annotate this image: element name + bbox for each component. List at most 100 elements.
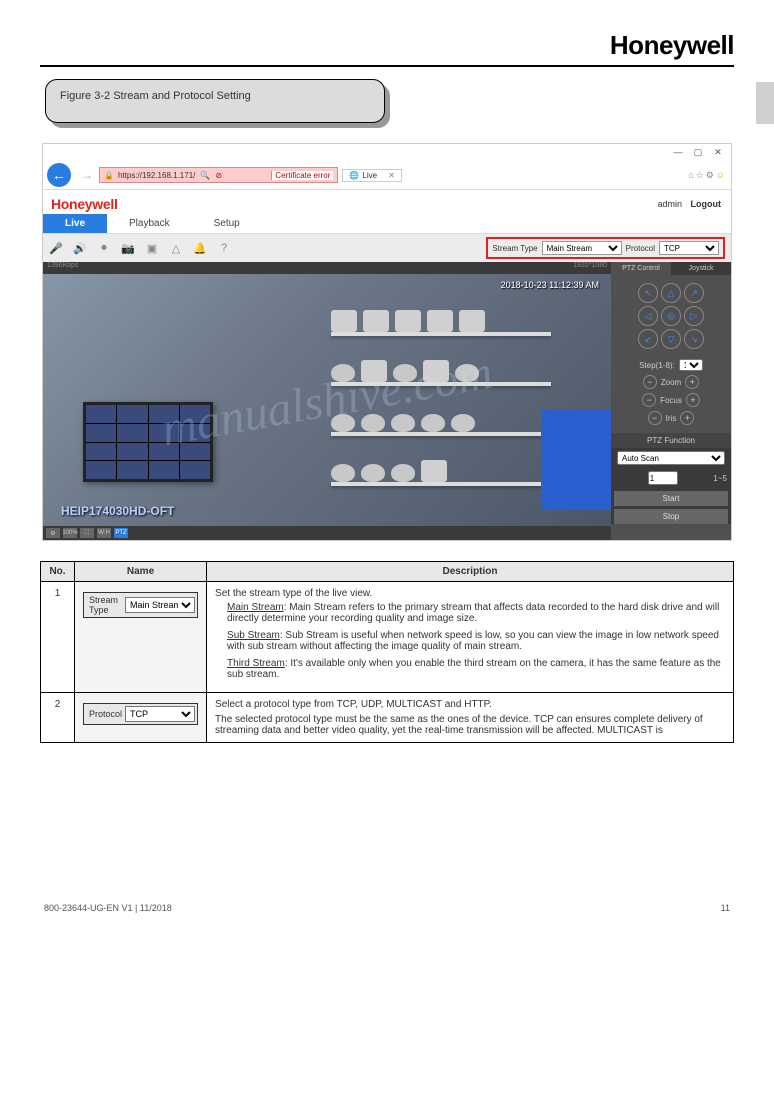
table-row: 1 Stream Type Main Stream Set the stream… — [41, 582, 734, 693]
focus-label: Focus — [660, 396, 682, 405]
desc-intro: Set the stream type of the live view. — [215, 588, 725, 599]
ptz-down-left[interactable]: ↙ — [638, 329, 658, 349]
vb-adjust-icon[interactable]: ⚙ — [46, 528, 60, 538]
brand-logo: Honeywell — [40, 30, 734, 67]
ptz-func-title: PTZ Function — [611, 433, 731, 448]
focus-out[interactable]: − — [642, 393, 656, 407]
zoom-label: Zoom — [661, 378, 681, 387]
protocol-control: Protocol TCP — [83, 703, 198, 725]
row-desc-cell: Set the stream type of the live view. Ma… — [207, 582, 734, 693]
ptz-panel: PTZ Control Joystick ↖ △ ↗ ◁ ◎ ▷ ↙ ▽ ↘ — [611, 262, 731, 540]
zoom-in[interactable]: + — [685, 375, 699, 389]
figure-caption-box: Figure 3-2 Stream and Protocol Setting — [45, 79, 385, 123]
record-icon[interactable]: ⏺ — [97, 241, 111, 255]
emoji-icon[interactable]: ☺ — [716, 170, 725, 181]
iris-close[interactable]: − — [648, 411, 662, 425]
speaker-icon[interactable]: 🔊 — [73, 241, 87, 255]
ptz-func-num[interactable] — [648, 471, 678, 485]
url-text: https://192.168.1.171/ — [118, 171, 195, 180]
focus-in[interactable]: + — [686, 393, 700, 407]
description-table: No. Name Description 1 Stream Type Main … — [40, 561, 734, 743]
triple-snap-icon[interactable]: ▣ — [145, 241, 159, 255]
protocol-select[interactable]: TCP — [659, 241, 719, 255]
iris-label: Iris — [666, 414, 677, 423]
window-close[interactable]: ✕ — [713, 147, 723, 158]
ptz-dpad: ↖ △ ↗ ◁ ◎ ▷ ↙ ▽ ↘ — [611, 275, 731, 357]
browser-back-button[interactable]: ← — [47, 163, 71, 187]
desc-extra: The selected protocol type must be the s… — [215, 714, 725, 736]
username: admin — [657, 199, 682, 209]
footer-left: 800-23644-UG-EN V1 | 11/2018 — [44, 903, 172, 913]
nav-live[interactable]: Live — [43, 214, 107, 233]
browser-url-bar[interactable]: 🔒 https://192.168.1.171/ 🔍 ⊘ Certificate… — [99, 167, 338, 183]
window-maximize[interactable]: ▢ — [693, 147, 703, 158]
user-info: admin Logout — [657, 199, 721, 209]
home-icon[interactable]: ⌂ — [688, 170, 693, 181]
tools-icon[interactable]: ⚙ — [706, 170, 714, 181]
help-icon[interactable]: ? — [217, 241, 231, 255]
cert-error-label[interactable]: Certificate error — [271, 171, 333, 180]
tab-favicon: 🌐 — [349, 171, 359, 180]
window-titlebar: — ▢ ✕ — [43, 144, 731, 161]
main-nav: Live Playback Setup — [43, 214, 731, 234]
app-logo: Honeywell — [51, 196, 118, 212]
zoom-out[interactable]: − — [643, 375, 657, 389]
ptz-up-right[interactable]: ↗ — [684, 283, 704, 303]
desc-intro: Select a protocol type from TCP, UDP, MU… — [215, 699, 725, 710]
tab-close-icon[interactable]: ✕ — [388, 171, 395, 180]
figure-caption: Figure 3-2 Stream and Protocol Setting — [45, 79, 385, 123]
iris-open[interactable]: + — [680, 411, 694, 425]
ptz-func-select[interactable]: Auto Scan — [617, 451, 725, 465]
alarm-icon[interactable]: △ — [169, 241, 183, 255]
window-minimize[interactable]: — — [673, 147, 683, 158]
stream-protocol-box: Stream Type Main Stream Protocol TCP — [486, 237, 725, 259]
mic-icon[interactable]: 🎤 — [49, 241, 63, 255]
nav-playback[interactable]: Playback — [107, 214, 192, 233]
app-screenshot: — ▢ ✕ ← → 🔒 https://192.168.1.171/ 🔍 ⊘ C… — [42, 143, 732, 541]
ptz-center[interactable]: ◎ — [661, 306, 681, 326]
ptz-up-left[interactable]: ↖ — [638, 283, 658, 303]
protocol-label: Protocol — [626, 244, 655, 253]
th-desc: Description — [207, 562, 734, 582]
ptz-step-select[interactable]: 1 — [679, 359, 703, 371]
ctrl-select[interactable]: Main Stream — [125, 597, 195, 613]
opt-name: Third Stream — [227, 658, 285, 669]
ctrl-select[interactable]: TCP — [125, 706, 195, 722]
th-no: No. — [41, 562, 75, 582]
snapshot-icon[interactable]: 📷 — [121, 241, 135, 255]
opt-name: Main Stream — [227, 602, 284, 613]
browser-tab[interactable]: 🌐 Live ✕ — [342, 169, 401, 182]
ptz-down[interactable]: ▽ — [661, 329, 681, 349]
lock-icon: 🔒 — [104, 171, 114, 180]
vb-fullscreen-icon[interactable]: ⛶ — [80, 528, 94, 538]
bitrate-label: 1396Kbps — [47, 262, 79, 274]
vb-ptz-icon[interactable]: PTZ — [114, 528, 128, 538]
logout-link[interactable]: Logout — [691, 199, 722, 209]
ptz-left[interactable]: ◁ — [638, 306, 658, 326]
vb-wh-icon[interactable]: W:H — [97, 528, 111, 538]
video-viewport[interactable]: 1396Kbps 1920*1080 2018-10-23 11:12:39 A… — [43, 262, 611, 540]
nav-setup[interactable]: Setup — [192, 214, 262, 233]
bell-icon[interactable]: 🔔 — [193, 241, 207, 255]
scene-tv — [83, 402, 213, 482]
stream-type-label: Stream Type — [492, 244, 537, 253]
vb-100-icon[interactable]: 100% — [63, 528, 77, 538]
ctrl-label: Stream Type — [86, 595, 125, 615]
ptz-step-label: Step(1-8): — [639, 361, 675, 370]
row-name-cell: Protocol TCP — [75, 693, 207, 743]
row-no: 1 — [41, 582, 75, 693]
ptz-up[interactable]: △ — [661, 283, 681, 303]
cert-error-icon: ⊘ — [215, 171, 222, 180]
ptz-right[interactable]: ▷ — [684, 306, 704, 326]
ptz-tab-joystick[interactable]: Joystick — [671, 262, 731, 275]
ptz-down-right[interactable]: ↘ — [684, 329, 704, 349]
stream-type-control: Stream Type Main Stream — [83, 592, 198, 618]
browser-forward-button[interactable]: → — [75, 168, 99, 182]
search-icon[interactable]: 🔍 — [199, 171, 211, 180]
stream-type-select[interactable]: Main Stream — [542, 241, 622, 255]
favorites-icon[interactable]: ☆ — [696, 170, 704, 181]
video-bottom-bar: ⚙ 100% ⛶ W:H PTZ — [43, 526, 611, 540]
ptz-tab-control[interactable]: PTZ Control — [611, 262, 671, 275]
ptz-start-button[interactable]: Start — [614, 491, 728, 506]
ptz-stop-button[interactable]: Stop — [614, 509, 728, 524]
